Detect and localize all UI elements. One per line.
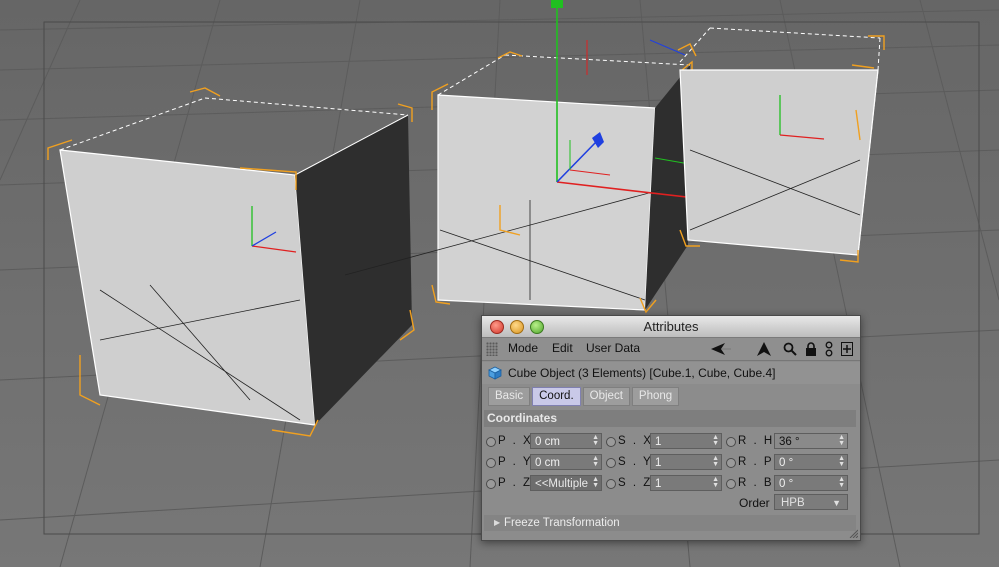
s-z-input[interactable]: 1 ▲ ▼ <box>650 475 722 491</box>
p-z-input[interactable]: <<Multiple ▲ ▼ <box>530 475 602 491</box>
r-p-input[interactable]: 0 ° ▲ ▼ <box>774 454 848 470</box>
y-axis-handle[interactable] <box>551 0 563 8</box>
link-icon[interactable] <box>824 340 834 358</box>
menu-bar: Mode Edit User Data <box>482 338 860 361</box>
keyframe-dot[interactable] <box>606 479 616 489</box>
attributes-panel[interactable]: Attributes Mode Edit User Data Cube Obje… <box>481 315 861 541</box>
object-header: Cube Object (3 Elements) [Cube.1, Cube, … <box>482 362 860 384</box>
s-y-input[interactable]: 1 ▲ ▼ <box>650 454 722 470</box>
r-h-input[interactable]: 36 ° ▲ ▼ <box>774 433 848 449</box>
keyframe-dot[interactable] <box>486 458 496 468</box>
spinner-icon[interactable]: ▲ ▼ <box>592 455 599 468</box>
up-arrow-icon[interactable] <box>756 340 772 358</box>
spinner-icon[interactable]: ▲ ▼ <box>838 455 845 468</box>
back-arrow-icon[interactable] <box>710 340 732 358</box>
field-p-y: P . Y 0 cm ▲ ▼ <box>486 454 604 472</box>
order-select[interactable]: HPB ▼ <box>774 494 848 510</box>
tab-object[interactable]: Object <box>582 387 630 406</box>
spinner-icon[interactable]: ▲ ▼ <box>712 434 719 447</box>
field-r-h: R . H 36 ° ▲ ▼ <box>726 433 848 451</box>
search-icon[interactable] <box>782 340 798 358</box>
menu-user-data[interactable]: User Data <box>586 341 640 355</box>
tab-phong[interactable]: Phong <box>631 387 680 406</box>
spinner-icon[interactable]: ▲ ▼ <box>592 476 599 489</box>
object-label: Cube Object (3 Elements) [Cube.1, Cube, … <box>508 366 776 380</box>
field-p-z: P . Z <<Multiple ▲ ▼ <box>486 475 604 493</box>
cube-object-icon <box>488 366 502 380</box>
chevron-down-icon: ▼ <box>832 498 841 508</box>
s-x-input[interactable]: 1 ▲ ▼ <box>650 433 722 449</box>
keyframe-dot[interactable] <box>486 479 496 489</box>
menu-edit[interactable]: Edit <box>552 341 573 355</box>
field-s-x: S . X 1 ▲ ▼ <box>606 433 724 451</box>
freeze-transformation-group[interactable]: ▶ Freeze Transformation <box>484 515 856 531</box>
disclosure-triangle-icon[interactable]: ▶ <box>494 515 500 531</box>
keyframe-dot[interactable] <box>606 437 616 447</box>
resize-grip-icon[interactable] <box>848 528 858 538</box>
keyframe-dot[interactable] <box>726 458 736 468</box>
field-r-p: R . P 0 ° ▲ ▼ <box>726 454 848 472</box>
tab-bar: Basic Coord. Object Phong <box>488 387 680 406</box>
tab-coord[interactable]: Coord. <box>532 387 581 406</box>
title-bar[interactable]: Attributes <box>482 316 860 338</box>
r-b-input[interactable]: 0 ° ▲ ▼ <box>774 475 848 491</box>
spinner-icon[interactable]: ▲ ▼ <box>712 455 719 468</box>
menu-mode[interactable]: Mode <box>508 341 538 355</box>
field-s-y: S . Y 1 ▲ ▼ <box>606 454 724 472</box>
p-x-input[interactable]: 0 cm ▲ ▼ <box>530 433 602 449</box>
field-r-b: R . B 0 ° ▲ ▼ <box>726 475 848 493</box>
field-p-x: P . X 0 cm ▲ ▼ <box>486 433 604 451</box>
section-coordinates: Coordinates <box>484 410 856 427</box>
p-y-input[interactable]: 0 cm ▲ ▼ <box>530 454 602 470</box>
spinner-icon[interactable]: ▲ ▼ <box>592 434 599 447</box>
spinner-icon[interactable]: ▲ ▼ <box>838 434 845 447</box>
lock-icon[interactable] <box>804 340 818 358</box>
spinner-icon[interactable]: ▲ ▼ <box>712 476 719 489</box>
keyframe-dot[interactable] <box>606 458 616 468</box>
window-title: Attributes <box>643 319 699 334</box>
spinner-icon[interactable]: ▲ ▼ <box>838 476 845 489</box>
field-s-z: S . Z 1 ▲ ▼ <box>606 475 724 493</box>
tab-basic[interactable]: Basic <box>488 387 531 406</box>
new-panel-icon[interactable] <box>840 340 854 358</box>
keyframe-dot[interactable] <box>726 479 736 489</box>
grip-icon[interactable] <box>486 342 498 356</box>
keyframe-dot[interactable] <box>726 437 736 447</box>
keyframe-dot[interactable] <box>486 437 496 447</box>
order-label: Order <box>739 496 770 510</box>
